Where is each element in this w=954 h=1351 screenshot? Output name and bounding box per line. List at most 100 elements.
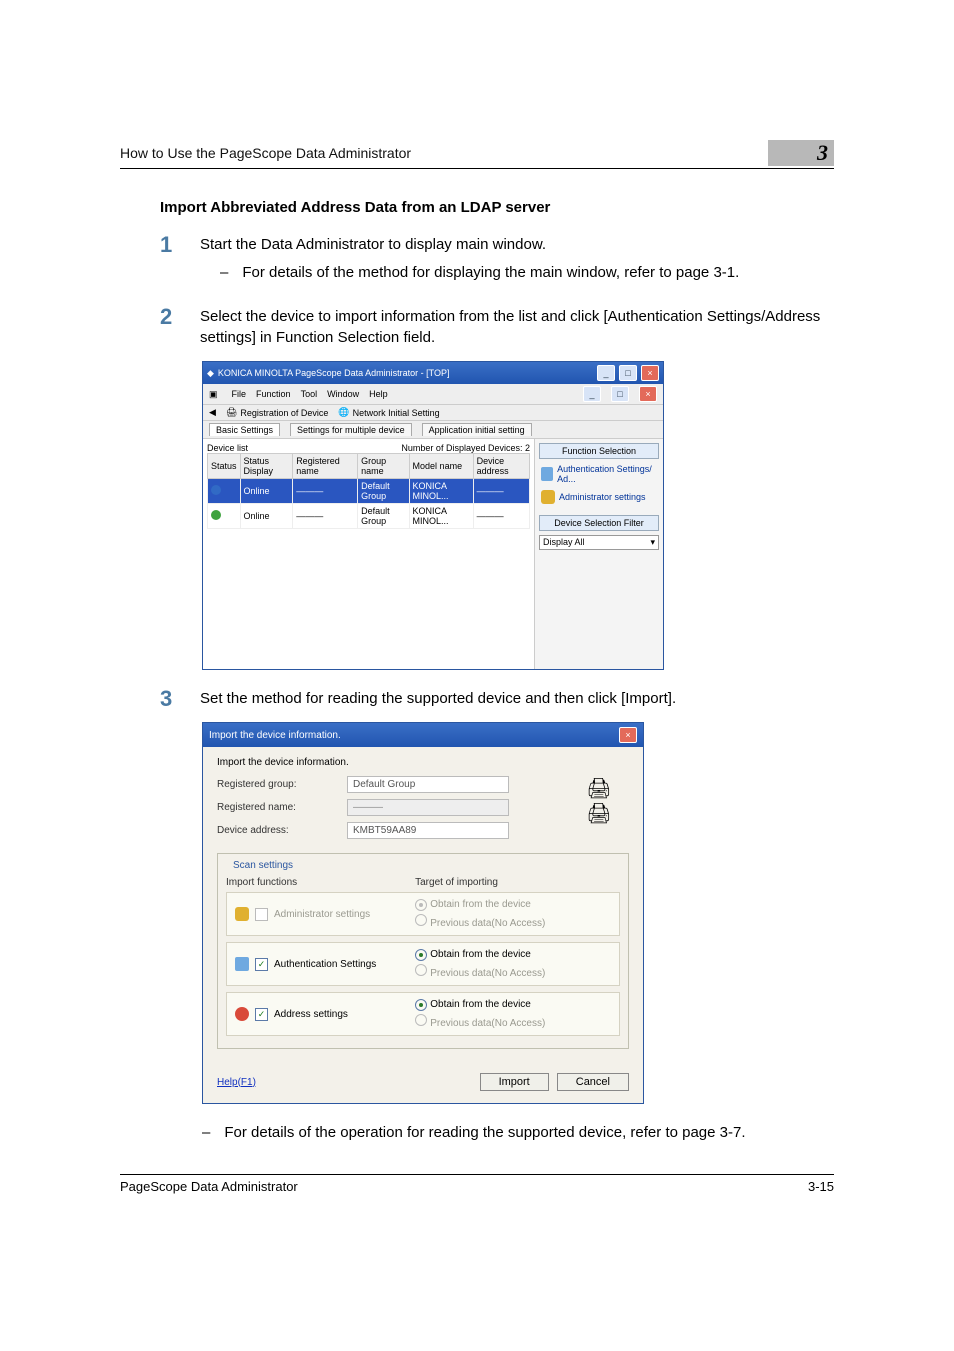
registered-group-label: Registered group: [217,779,337,790]
help-link[interactable]: Help(F1) [217,1077,256,1088]
dialog-titlebar: Import the device information. × [203,723,643,747]
radio-obtain[interactable] [415,999,427,1011]
scan-settings-title: Scan settings [230,860,296,871]
menu-tool[interactable]: Tool [301,389,318,399]
device-filter-dropdown[interactable]: Display All ▾ [539,535,659,550]
mdi-restore-button[interactable]: □ [611,386,629,402]
running-title: How to Use the PageScope Data Administra… [120,145,768,161]
step-1: 1 Start the Data Administrator to displa… [160,234,834,294]
option-auth-settings: ✓ Authentication Settings Obtain from th… [226,942,620,986]
step-3-subitem: – For details of the operation for readi… [202,1122,834,1144]
option-address-settings: ✓ Address settings Obtain from the devic… [226,992,620,1036]
step-text: Start the Data Administrator to display … [200,236,546,253]
menubar: ▣ File Function Tool Window Help _ □ × [203,384,663,405]
col-import-functions: Import functions [226,877,415,888]
col-model-name[interactable]: Model name [409,454,473,479]
scan-settings-fieldset: Scan settings Import functions Target of… [217,853,629,1049]
chevron-down-icon: ▾ [650,537,655,548]
device-address-value: KMBT59AA89 [347,822,509,839]
footer-product: PageScope Data Administrator [120,1179,808,1194]
col-device-address[interactable]: Device address [473,454,529,479]
option-admin-settings: Administrator settings Obtain from the d… [226,892,620,936]
device-count-label: Number of Displayed Devices [401,443,520,453]
step-text: Select the device to import information … [200,306,834,350]
cancel-button[interactable]: Cancel [557,1073,629,1091]
table-row[interactable]: Online ——— Default Group KONICA MINOL...… [208,504,530,529]
import-button[interactable]: Import [480,1073,549,1091]
menu-function[interactable]: Function [256,389,291,399]
section-title: Import Abbreviated Address Data from an … [160,199,834,216]
register-icon: 🖨 [226,407,237,418]
running-header: How to Use the PageScope Data Administra… [120,140,834,169]
mdi-close-button[interactable]: × [639,386,657,402]
checkbox-admin [255,908,268,921]
radio-previous [415,1014,427,1026]
mdi-icon: ▣ [209,389,218,400]
app-icon: ◆ [207,368,214,379]
checkbox-auth[interactable]: ✓ [255,958,268,971]
function-selection-title: Function Selection [539,443,659,459]
register-device-button[interactable]: 🖨Registration of Device [226,407,328,418]
menu-help[interactable]: Help [369,389,388,399]
auth-icon [541,467,553,481]
step-2: 2 Select the device to import informatio… [160,306,834,350]
subitem-text: For details of the operation for reading… [224,1122,745,1144]
device-list-label: Device list [207,443,248,453]
checkbox-address[interactable]: ✓ [255,1008,268,1021]
auth-address-link[interactable]: Authentication Settings/ Ad... [539,463,659,485]
back-icon: ◀ [209,407,216,418]
step-number: 1 [160,234,180,294]
tab-basic-settings[interactable]: Basic Settings [209,423,280,436]
back-button[interactable]: ◀ [209,407,216,418]
radio-obtain[interactable] [415,949,427,961]
registered-group-value: Default Group [347,776,509,793]
status-icon [211,510,221,520]
dialog-intro: Import the device information. [217,757,629,768]
device-count-value: 2 [525,443,530,453]
step-number: 3 [160,688,180,710]
col-status-display[interactable]: Status Display [240,454,293,479]
col-target-importing: Target of importing [415,877,620,888]
device-table: Status Status Display Registered name Gr… [207,453,530,529]
mdi-minimize-button[interactable]: _ [583,386,601,402]
chapter-number-box: 3 [768,140,834,166]
screenshot-main-window: ◆ KONICA MINOLTA PageScope Data Administ… [202,361,664,670]
toolbar: ◀ 🖨Registration of Device 🌐Network Initi… [203,405,663,421]
page-footer: PageScope Data Administrator 3-15 [120,1174,834,1194]
radio-obtain [415,899,427,911]
dialog-title: Import the device information. [209,730,341,741]
window-titlebar: ◆ KONICA MINOLTA PageScope Data Administ… [203,362,663,384]
close-button[interactable]: × [641,365,659,381]
tab-app-initial[interactable]: Application initial setting [422,423,532,436]
network-setting-button[interactable]: 🌐Network Initial Setting [338,407,439,418]
footer-page: 3-15 [808,1179,834,1194]
screenshot-import-dialog: Import the device information. × Import … [202,722,644,1104]
menu-file[interactable]: File [232,389,247,399]
maximize-button[interactable]: □ [619,365,637,381]
menu-window[interactable]: Window [327,389,359,399]
admin-settings-link[interactable]: Administrator settings [539,489,659,505]
col-registered-name[interactable]: Registered name [293,454,358,479]
minimize-button[interactable]: _ [597,365,615,381]
device-address-label: Device address: [217,825,337,836]
table-row[interactable]: Online ——— Default Group KONICA MINOL...… [208,479,530,504]
dash-icon: – [220,262,228,284]
tab-multiple-device[interactable]: Settings for multiple device [290,423,412,436]
step-3: 3 Set the method for reading the support… [160,688,834,710]
auth-icon [235,957,249,971]
status-icon [211,485,221,495]
radio-previous [415,914,427,926]
step-text: Set the method for reading the supported… [200,688,834,710]
col-status[interactable]: Status [208,454,241,479]
dash-icon: – [202,1122,210,1144]
registered-name-label: Registered name: [217,802,337,813]
dialog-close-button[interactable]: × [619,727,637,743]
subitem-text: For details of the method for displaying… [242,262,739,284]
step-1-subitem: – For details of the method for displayi… [220,262,834,284]
device-filter-title: Device Selection Filter [539,515,659,531]
window-title: KONICA MINOLTA PageScope Data Administra… [218,368,450,378]
registered-name-value: ——— [347,799,509,816]
col-group-name[interactable]: Group name [358,454,409,479]
printer-icon: 🖨 [569,776,629,801]
address-icon [235,1007,249,1021]
